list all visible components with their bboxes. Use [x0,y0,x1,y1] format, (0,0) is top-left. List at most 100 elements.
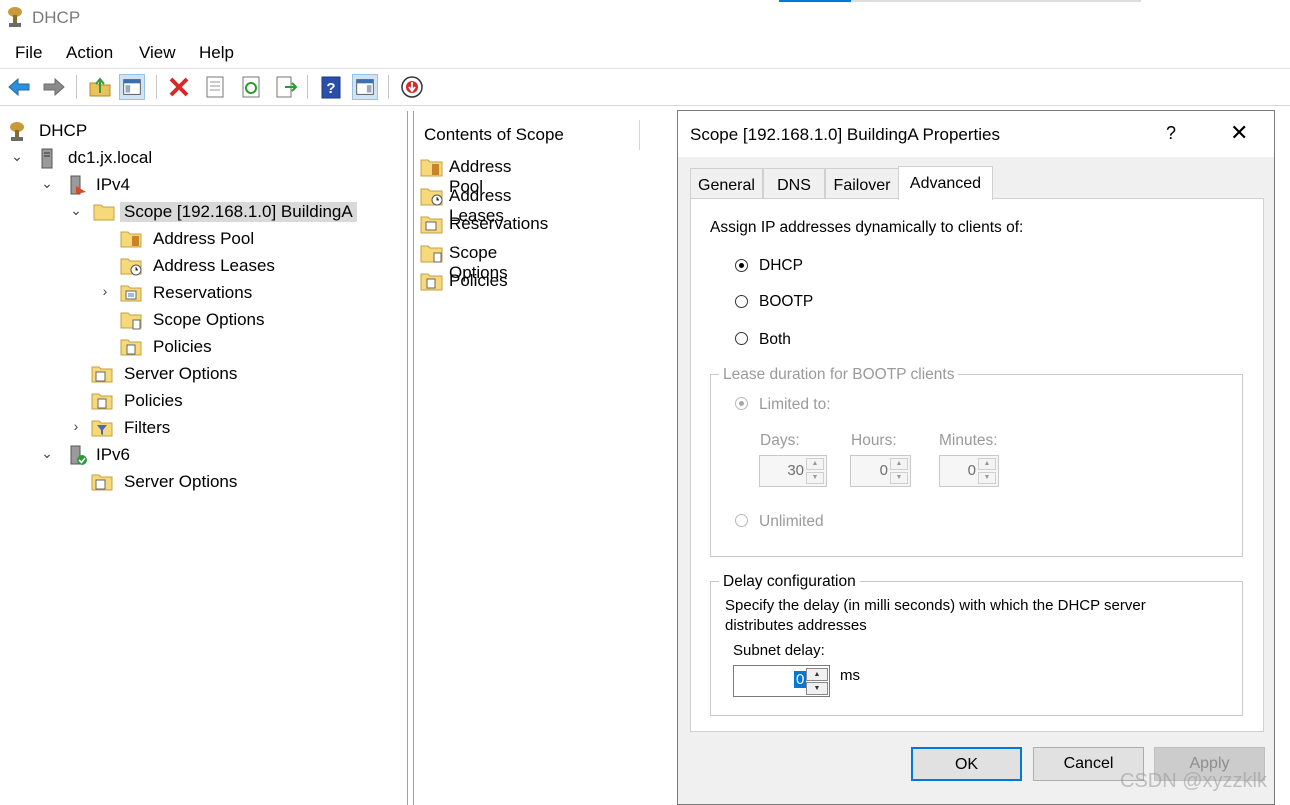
hours-value: 0 [879,462,888,479]
tree-label: Scope Options [153,310,265,329]
ipv6-server-icon [70,445,87,465]
ms-unit-label: ms [840,667,860,684]
radio-both[interactable] [735,332,748,345]
minutes-value: 0 [967,462,976,479]
radio-dhcp-label[interactable]: DHCP [759,257,803,275]
hours-spinner[interactable]: 0 ▲ ▼ [850,455,911,487]
radio-unlimited-label[interactable]: Unlimited [759,513,824,531]
minutes-label: Minutes: [939,432,998,449]
minutes-spinner[interactable]: 0 ▲ ▼ [939,455,999,487]
radio-limited[interactable] [735,397,748,410]
tab-advanced[interactable]: Advanced [898,166,993,200]
up-folder-icon[interactable] [87,74,113,100]
menu-help[interactable]: Help [199,43,234,63]
list-item-label: Policies [449,271,508,290]
contents-column-header[interactable]: Contents of Scope [413,120,640,150]
tree-label: Filters [124,418,171,437]
chevron-down-icon[interactable]: ⌄ [10,148,24,165]
refresh-icon[interactable] [238,74,264,100]
taskbar-strip [851,0,1141,2]
dhcp-icon [10,122,24,141]
forward-arrow-icon[interactable] [41,74,67,100]
lease-duration-legend: Lease duration for BOOTP clients [719,366,959,384]
tree-label: IPv4 [96,175,131,194]
tree-label: Server Options [124,472,238,491]
ok-button[interactable]: OK [911,747,1022,781]
radio-bootp-label[interactable]: BOOTP [759,293,813,311]
spin-up-icon[interactable]: ▲ [806,458,824,470]
watermark: CSDN @xyzzklk [1120,770,1267,792]
days-spinner[interactable]: 30 ▲ ▼ [759,455,827,487]
chevron-down-icon[interactable]: ⌄ [40,175,54,192]
address-pool-icon [420,159,443,177]
chevron-down-icon[interactable]: ⌄ [40,445,54,462]
policies-icon [120,339,142,356]
tree-label: Reservations [153,283,253,302]
menu-view[interactable]: View [139,43,176,63]
radio-both-label[interactable]: Both [759,331,791,349]
back-arrow-icon[interactable] [6,74,32,100]
tree-label: Address Pool [153,229,255,248]
radio-bootp[interactable] [735,295,748,308]
toolbar: ? [0,69,1290,106]
tree-label: Server Options [124,364,238,383]
taskbar-strip-active [779,0,851,2]
chevron-right-icon[interactable]: › [98,283,112,299]
radio-unlimited[interactable] [735,514,748,527]
radio-dhcp[interactable] [735,259,748,272]
stop-icon[interactable] [399,74,425,100]
subnet-delay-label: Subnet delay: [733,642,825,659]
list-item-label: Reservations [449,214,549,233]
help-icon[interactable]: ? [318,74,344,100]
toolbar-separator [307,75,308,99]
show-hide-action-pane-icon[interactable] [352,74,378,100]
subnet-delay-value[interactable]: 0 [794,671,807,688]
title-bar: DHCP [0,0,1290,36]
spin-down-icon[interactable]: ▼ [890,472,908,484]
tree-label: Policies [124,391,183,410]
tree-label: dc1.jx.local [68,148,153,167]
tab-label: Failover [833,177,891,194]
close-button[interactable]: ✕ [1230,120,1248,146]
assign-label: Assign IP addresses dynamically to clien… [710,219,1024,236]
chevron-right-icon[interactable]: › [69,418,83,434]
spin-up-icon[interactable]: ▲ [978,458,996,470]
ipv4-server-icon [70,175,86,195]
tab-label: Advanced [909,175,982,192]
tab-failover[interactable]: Failover [825,168,899,198]
dialog-title: Scope [192.168.1.0] BuildingA Properties [690,125,1000,144]
server-options-icon [91,474,113,491]
spin-down-icon[interactable]: ▼ [806,472,824,484]
tab-label: DNS [777,177,811,194]
window-title: DHCP [32,8,81,27]
radio-limited-label[interactable]: Limited to: [759,396,831,414]
tree-label: Scope [192.168.1.0] BuildingA [120,202,357,222]
delete-icon[interactable] [166,74,192,100]
spin-down-icon[interactable]: ▼ [806,682,828,695]
tree-label: Policies [153,337,212,356]
address-leases-icon [120,258,142,276]
menu-action[interactable]: Action [66,43,113,63]
tab-general[interactable]: General [690,168,763,198]
delay-description-line1: Specify the delay (in milli seconds) wit… [725,597,1146,614]
toolbar-separator [388,75,389,99]
menu-bar: File Action View Help [0,36,1290,69]
server-icon [41,148,53,169]
chevron-down-icon[interactable]: ⌄ [69,202,83,219]
subnet-delay-input[interactable]: 0 ▲ ▼ [733,665,830,697]
contents-header-label: Contents of Scope [424,125,564,144]
tab-dns[interactable]: DNS [763,168,825,198]
show-hide-console-tree-icon[interactable] [119,74,145,100]
help-button[interactable]: ? [1166,123,1176,144]
days-label: Days: [760,432,800,449]
spin-down-icon[interactable]: ▼ [978,472,996,484]
properties-icon[interactable] [202,74,228,100]
filter-icon [91,420,113,437]
toolbar-separator [76,75,77,99]
export-list-icon[interactable] [273,74,299,100]
delay-description-line2: distributes addresses [725,617,867,634]
spin-up-icon[interactable]: ▲ [890,458,908,470]
menu-file[interactable]: File [15,43,42,63]
tree-label: IPv6 [96,445,131,464]
spin-up-icon[interactable]: ▲ [806,668,828,681]
